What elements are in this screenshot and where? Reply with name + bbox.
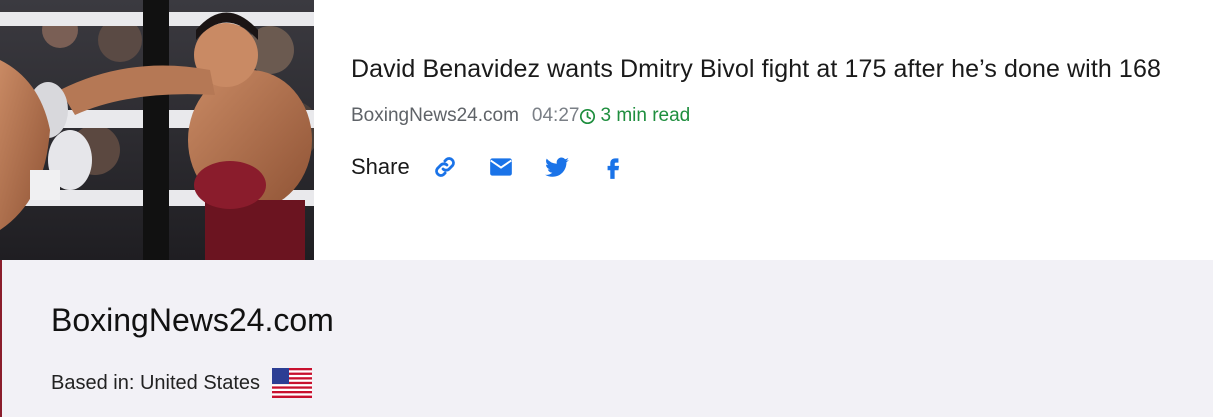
read-time: 3 min read bbox=[579, 104, 690, 128]
publisher-panel: BoxingNews24.com Based in: United States bbox=[2, 260, 1213, 417]
email-icon[interactable] bbox=[488, 154, 514, 180]
article-info: David Benavidez wants Dmitry Bivol fight… bbox=[351, 52, 1211, 180]
article-image[interactable] bbox=[0, 0, 314, 260]
read-time-label: 3 min read bbox=[600, 105, 691, 126]
clock-icon bbox=[580, 108, 596, 124]
article-meta: BoxingNews24.com 04:27 3 min read bbox=[351, 104, 1211, 128]
boxing-photo bbox=[0, 0, 314, 260]
article-headline[interactable]: David Benavidez wants Dmitry Bivol fight… bbox=[351, 52, 1211, 86]
share-bar: Share bbox=[351, 154, 1211, 180]
based-in-label: Based in: United States bbox=[51, 371, 261, 394]
twitter-icon[interactable] bbox=[544, 154, 570, 180]
article-source[interactable]: BoxingNews24.com bbox=[351, 104, 519, 128]
us-flag-icon bbox=[272, 368, 313, 398]
article-time: 04:27 bbox=[531, 105, 580, 126]
publisher-location: Based in: United States bbox=[51, 368, 313, 398]
publisher-name[interactable]: BoxingNews24.com bbox=[51, 302, 334, 339]
share-label: Share bbox=[351, 154, 410, 179]
link-icon[interactable] bbox=[432, 154, 458, 180]
facebook-icon[interactable] bbox=[600, 154, 626, 180]
